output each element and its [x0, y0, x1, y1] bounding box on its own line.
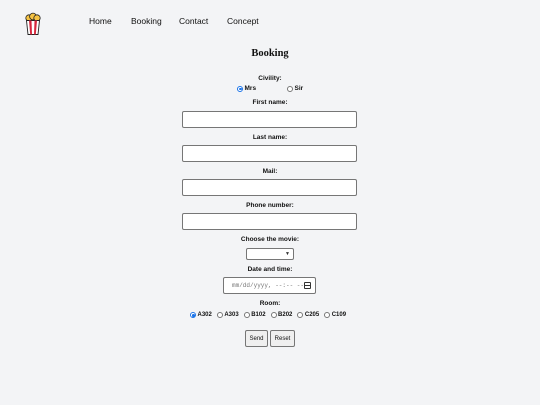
- room-c109-radio[interactable]: [324, 312, 331, 318]
- room-b202-label: B202: [278, 312, 293, 318]
- room-c205-label: C205: [304, 312, 320, 318]
- movie-label: Choose the movie:: [240, 236, 300, 243]
- popcorn-icon[interactable]: [23, 12, 43, 36]
- send-button[interactable]: Send: [245, 330, 268, 347]
- room-b102[interactable]: B102: [243, 312, 266, 318]
- first-name-label: First name:: [252, 99, 288, 106]
- chevron-down-icon: ▼: [285, 251, 290, 257]
- calendar-icon[interactable]: [304, 282, 311, 289]
- civility-sir-radio[interactable]: [287, 85, 293, 92]
- room-b202[interactable]: B202: [270, 312, 293, 318]
- civility-mrs-radio[interactable]: [237, 85, 243, 92]
- nav-concept[interactable]: Concept: [227, 16, 259, 26]
- last-name-label: Last name:: [252, 134, 288, 141]
- civility-sir-label: Sir: [294, 85, 304, 92]
- room-c205-radio[interactable]: [297, 312, 304, 318]
- room-c109-label: C109: [331, 312, 347, 318]
- movie-select[interactable]: ▼: [246, 248, 294, 260]
- civility-label: Civility:: [258, 75, 282, 82]
- page-title: Booking: [251, 48, 289, 59]
- room-a303-radio[interactable]: [216, 312, 223, 318]
- room-a302-radio[interactable]: [190, 312, 196, 318]
- datetime-input[interactable]: mm/dd/yyyy, --:-- --: [223, 277, 316, 294]
- civility-mrs[interactable]: Mrs: [237, 85, 256, 92]
- last-name-input[interactable]: [182, 145, 357, 162]
- room-a303-label: A303: [224, 312, 239, 318]
- mail-label: Mail:: [262, 168, 278, 175]
- nav-booking[interactable]: Booking: [131, 16, 162, 26]
- civility-sir[interactable]: Sir: [287, 85, 303, 92]
- room-label: Room:: [259, 300, 281, 307]
- room-options: A302 A303 B102 B202 C205 C109: [190, 312, 351, 318]
- room-c205[interactable]: C205: [297, 312, 319, 318]
- reset-button[interactable]: Reset: [270, 330, 295, 347]
- room-a302[interactable]: A302: [190, 312, 212, 318]
- datetime-label: Date and time:: [247, 266, 293, 273]
- room-a303[interactable]: A303: [216, 312, 239, 318]
- civility-mrs-label: Mrs: [244, 85, 257, 92]
- room-b102-label: B102: [251, 312, 266, 318]
- room-b202-radio[interactable]: [270, 312, 277, 318]
- room-c109[interactable]: C109: [324, 312, 346, 318]
- room-a302-label: A302: [197, 312, 212, 318]
- room-b102-radio[interactable]: [243, 312, 250, 318]
- mail-input[interactable]: [182, 179, 357, 196]
- first-name-input[interactable]: [182, 111, 357, 128]
- nav-home[interactable]: Home: [89, 16, 112, 26]
- phone-input[interactable]: [182, 213, 357, 230]
- datetime-placeholder: mm/dd/yyyy, --:-- --: [232, 282, 305, 289]
- nav-contact[interactable]: Contact: [179, 16, 208, 26]
- phone-label: Phone number:: [246, 202, 294, 209]
